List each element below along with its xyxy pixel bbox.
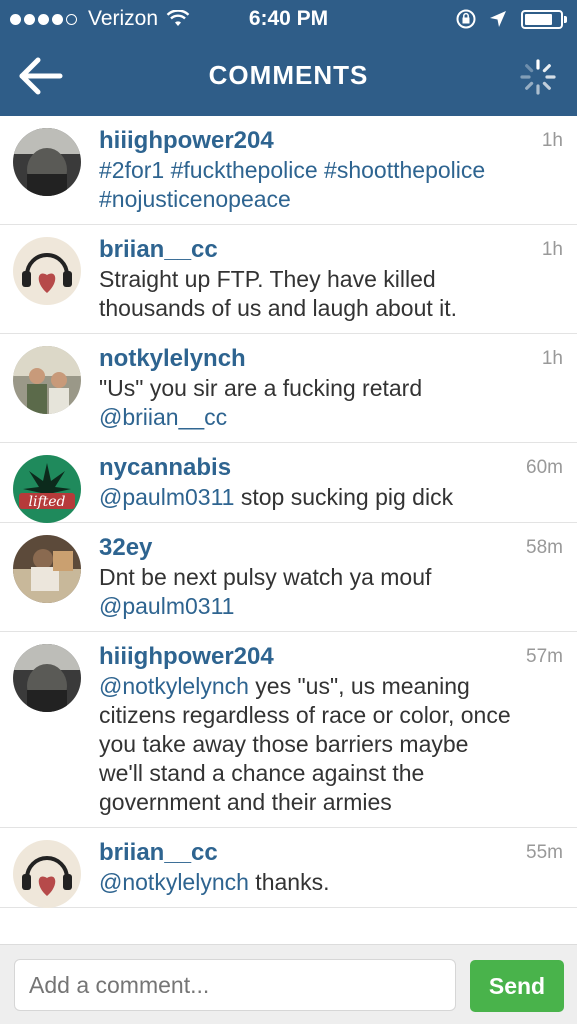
comment-body: stop sucking pig dick [234, 484, 454, 510]
comment-time: 58m [526, 537, 563, 558]
status-bar: Verizon 6:40 PM [0, 0, 577, 36]
comment-mention[interactable]: @paulm0311 [99, 593, 234, 619]
comment-username[interactable]: hiiighpower204 [99, 126, 517, 156]
app-header: Verizon 6:40 PM COMMENTS [0, 0, 577, 116]
comment-row: briian__cc Straight up FTP. They have ki… [0, 225, 577, 334]
comment-mention[interactable]: @notkylelynch [99, 673, 249, 699]
avatar[interactable] [13, 346, 81, 414]
comment-composer: Send [0, 944, 577, 1024]
comment-mention[interactable]: @notkylelynch [99, 869, 249, 895]
comment-hashtags[interactable]: #2for1 #fuckthepolice #shootthepolice #n… [99, 157, 485, 212]
avatar[interactable] [13, 535, 81, 603]
comment-username[interactable]: nycannabis [99, 453, 517, 483]
comment-text: @notkylelynch yes "us", us meaning citiz… [99, 672, 517, 817]
comment-row: hiiighpower204 @notkylelynch yes "us", u… [0, 632, 577, 828]
comment-text: Dnt be next pulsy watch ya mouf @paulm031… [99, 563, 517, 621]
comment-username[interactable]: briian__cc [99, 838, 517, 868]
comment-row: 32ey Dnt be next pulsy watch ya mouf @pau… [0, 523, 577, 632]
loading-spinner-icon [520, 59, 556, 95]
comment-body: "Us" you sir are a fucking retard [99, 375, 423, 401]
comment-time: 1h [541, 348, 563, 369]
status-right [455, 8, 567, 30]
comment-time: 57m [526, 646, 563, 667]
comments-list[interactable]: hiiighpower204 #2for1 #fuckthepolice #sh… [0, 116, 577, 944]
comment-text: @paulm0311 stop sucking pig dick [99, 483, 517, 512]
comment-row: hiiighpower204 #2for1 #fuckthepolice #sh… [0, 116, 577, 225]
comment-text: @notkylelynch thanks. [99, 868, 517, 897]
comment-text: #2for1 #fuckthepolice #shootthepolice #n… [99, 156, 517, 214]
comment-row: lifted nycannabis @paulm0311 stop suckin… [0, 443, 577, 523]
comment-input[interactable] [14, 959, 456, 1011]
location-arrow-icon [490, 11, 506, 27]
send-button[interactable]: Send [470, 960, 564, 1012]
avatar[interactable] [13, 237, 81, 305]
rotation-lock-icon [456, 9, 476, 29]
comment-text: Straight up FTP. They have killed thousa… [99, 266, 458, 321]
avatar[interactable]: lifted [13, 455, 81, 523]
comment-username[interactable]: 32ey [99, 533, 517, 563]
avatar[interactable] [13, 644, 81, 712]
comment-username[interactable]: briian__cc [99, 235, 517, 265]
avatar[interactable] [13, 128, 81, 196]
comment-text: "Us" you sir are a fucking retard @briian… [99, 374, 517, 432]
comment-body: Dnt be next pulsy watch ya mouf [99, 564, 432, 590]
battery-icon [521, 9, 567, 29]
comment-time: 1h [541, 239, 563, 260]
comment-time: 60m [526, 457, 563, 478]
comment-time: 55m [526, 842, 563, 863]
comment-row: notkylelynch "Us" you sir are a fucking … [0, 334, 577, 443]
comment-username[interactable]: hiiighpower204 [99, 642, 517, 672]
avatar[interactable] [13, 840, 81, 908]
comment-username[interactable]: notkylelynch [99, 344, 517, 374]
comment-mention[interactable]: @briian__cc [99, 404, 227, 430]
page-title: COMMENTS [208, 60, 369, 90]
comment-body: thanks. [248, 869, 330, 895]
avatar-logo-text: lifted [28, 494, 65, 510]
comment-time: 1h [541, 130, 563, 151]
comment-mention[interactable]: @paulm0311 [99, 484, 234, 510]
nav-bar: COMMENTS [0, 36, 577, 116]
comment-row: briian__cc @notkylelynch thanks. 55m [0, 828, 577, 908]
